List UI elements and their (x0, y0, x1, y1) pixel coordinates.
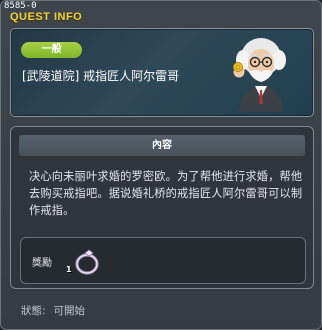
quest-category-badge: 一般 (21, 42, 82, 58)
quest-description: 决心向未丽叶求婚的罗密欧。为了帮他进行求婚，帮他去购买戒指吧。据说婚礼桥的戒指匠… (29, 170, 303, 217)
reward-box (20, 237, 306, 284)
reward-label: 獎勵 (32, 258, 52, 269)
status-value: 可開始 (53, 305, 86, 317)
content-section-header: 內容 (19, 135, 305, 156)
status-label: 狀態: (21, 305, 46, 317)
quest-status: 狀態: 可開始 (21, 303, 85, 318)
reward-item-count: 1 (66, 265, 72, 274)
npc-portrait-icon (233, 38, 286, 112)
quest-info-window: 8585-0 QUEST INFO 一般 [武陵道院] 戒指匠人阿尔雷哥 內容 … (0, 0, 322, 330)
ring-icon[interactable] (67, 247, 101, 277)
quest-id-label: 8585-0 (4, 1, 37, 11)
quest-name: [武陵道院] 戒指匠人阿尔雷哥 (22, 69, 180, 83)
window-title: QUEST INFO (10, 11, 83, 23)
